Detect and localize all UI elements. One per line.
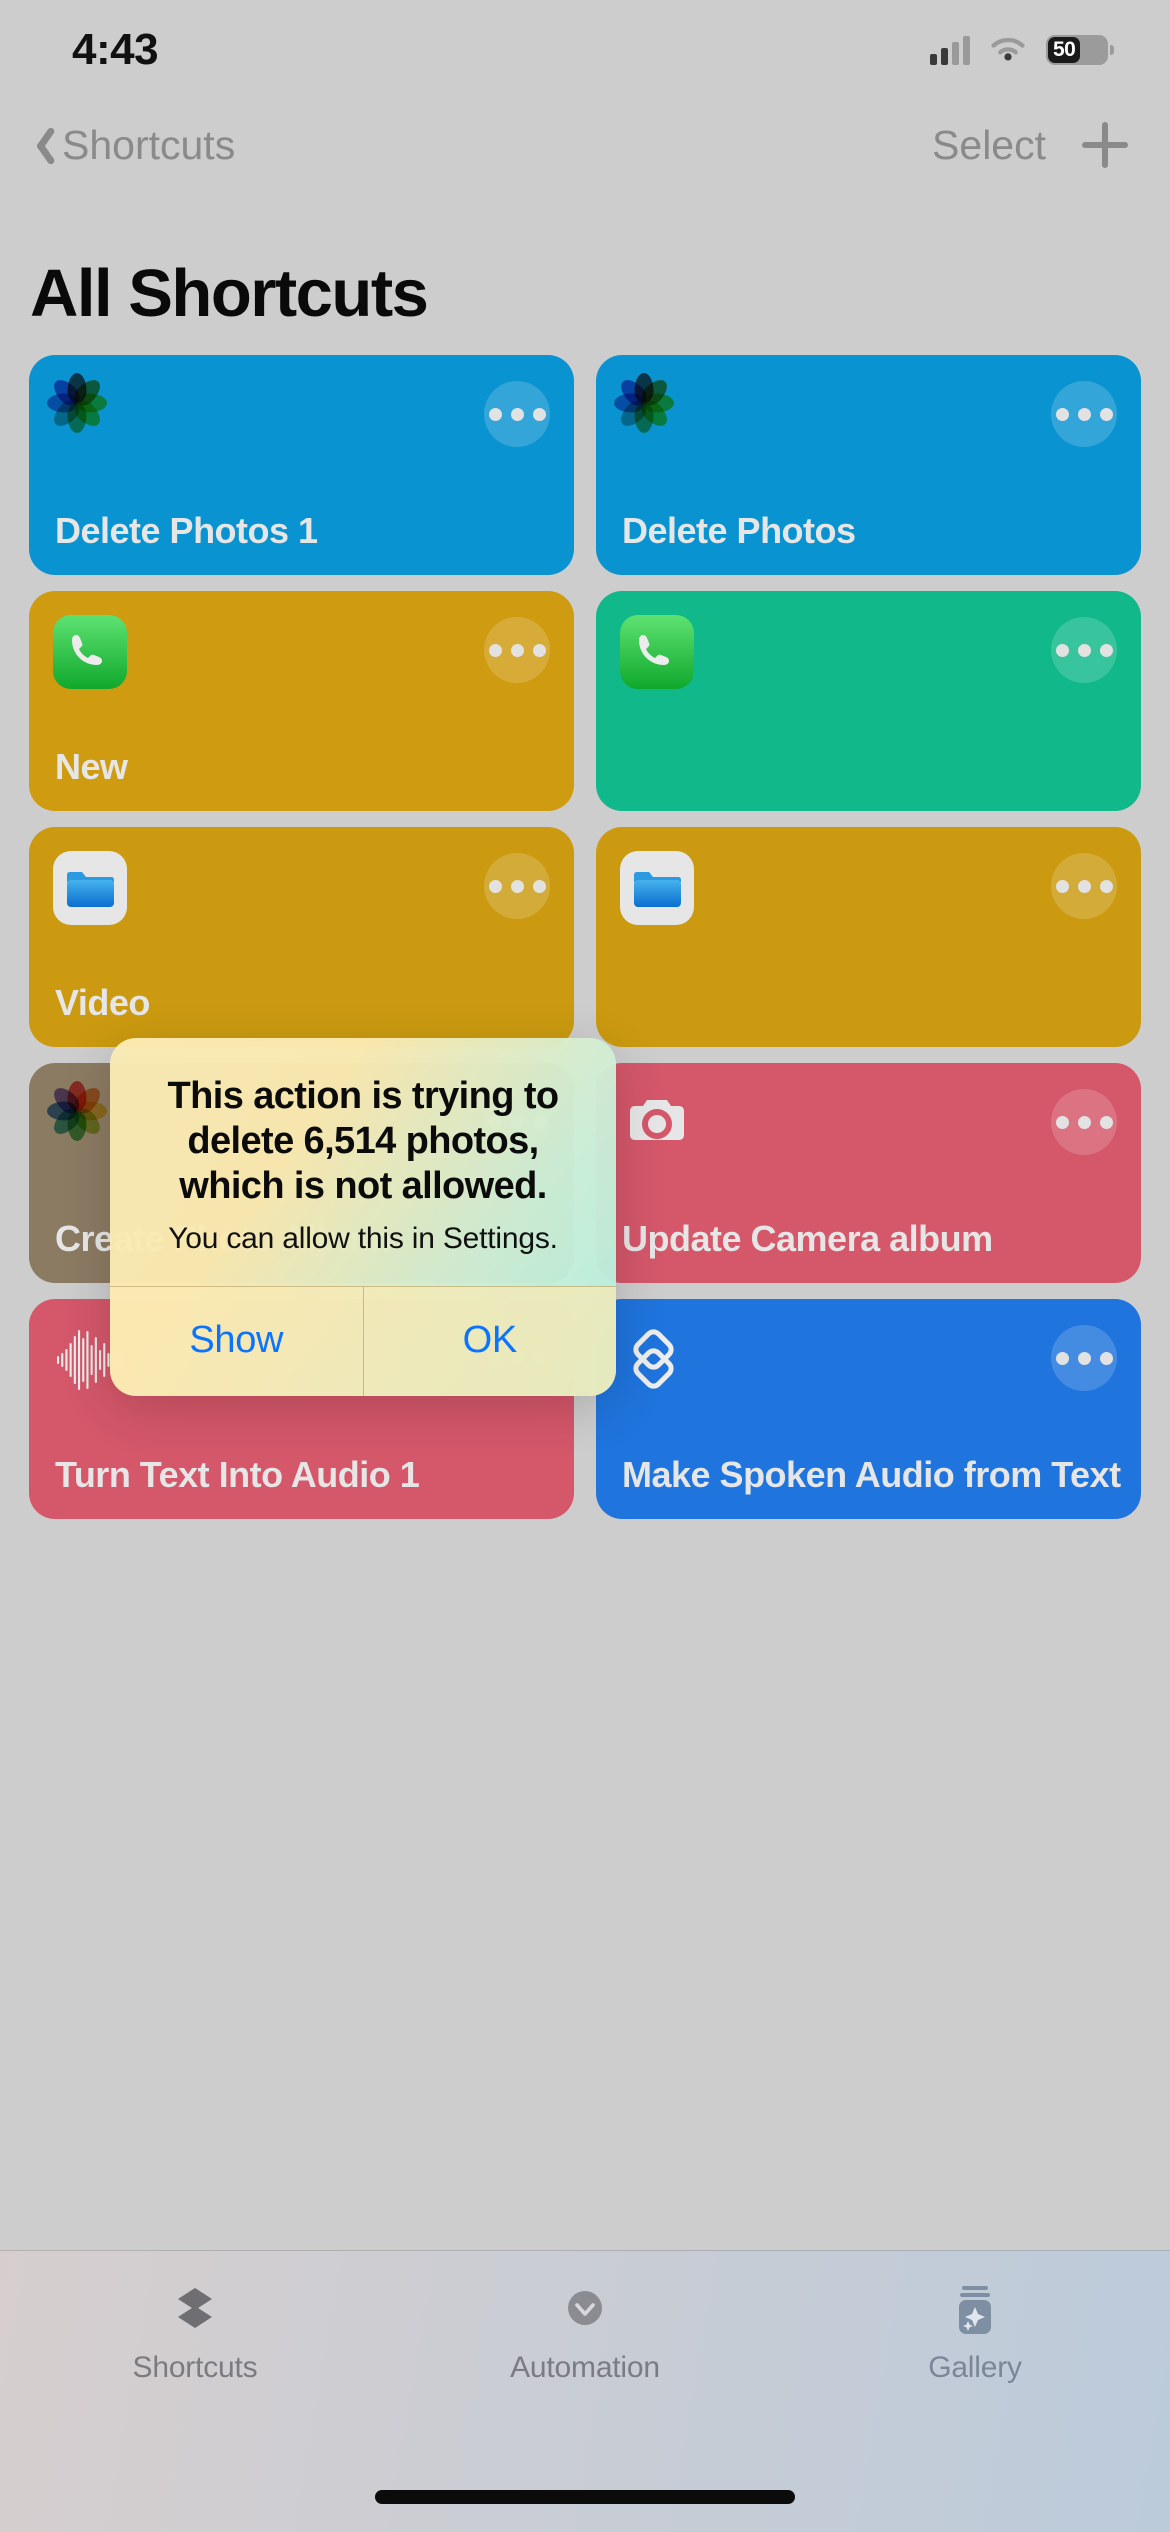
wifi-icon [991, 37, 1025, 61]
tab-automation[interactable]: Automation [390, 2251, 780, 2401]
alert-message: You can allow this in Settings. [168, 1222, 558, 1256]
folder-icon [53, 851, 127, 925]
back-button[interactable]: Shortcuts [26, 122, 235, 169]
status-time: 4:43 [72, 25, 159, 74]
phone-icon [53, 615, 127, 689]
alert-dialog: This action is trying to delete 6,514 ph… [110, 1038, 616, 1396]
battery-icon: 50 [1046, 35, 1114, 65]
camera-icon [620, 1087, 694, 1161]
shortcut-card[interactable]: Video [29, 827, 574, 1047]
cellular-signal-icon [930, 35, 970, 65]
chevron-left-icon [26, 123, 52, 167]
status-indicators: 50 [930, 35, 1114, 65]
page-title: All Shortcuts [30, 256, 429, 331]
navigation-bar: Shortcuts Select [0, 100, 1170, 190]
alert-ok-button[interactable]: OK [362, 1286, 617, 1396]
gallery-sparkle-icon [946, 2281, 1004, 2339]
shortcut-more-icon[interactable] [1051, 1325, 1117, 1391]
shortcut-more-icon[interactable] [1051, 381, 1117, 447]
alert-title: This action is trying to delete 6,514 ph… [167, 1075, 560, 1207]
alert-show-button[interactable]: Show [110, 1287, 363, 1396]
phone-icon [620, 615, 694, 689]
shortcut-card-label: Video [55, 981, 150, 1023]
shortcut-more-icon[interactable] [484, 617, 550, 683]
layers-icon [620, 1323, 694, 1397]
shortcut-card[interactable]: Delete Photos [596, 355, 1141, 575]
shortcut-more-icon[interactable] [1051, 853, 1117, 919]
automation-check-icon [556, 2281, 614, 2339]
tab-shortcuts-label: Shortcuts [132, 2351, 258, 2384]
home-indicator [375, 2490, 795, 2504]
plus-icon[interactable] [1082, 122, 1128, 168]
shortcut-more-icon[interactable] [484, 381, 550, 447]
shortcut-card-label: Delete Photos [622, 509, 856, 551]
shortcut-more-icon[interactable] [484, 853, 550, 919]
shortcut-card[interactable] [596, 591, 1141, 811]
alert-actions: Show OK [110, 1285, 617, 1396]
status-bar: 4:43 50 [0, 0, 1170, 100]
shortcut-card[interactable]: Delete Photos 1 [29, 355, 574, 575]
tab-bar: Shortcuts Automation Gallery [0, 2250, 1170, 2532]
shortcut-card[interactable]: Make Spoken Audio from Text [596, 1299, 1141, 1519]
shortcut-card-label: Make Spoken Audio from Text [622, 1453, 1121, 1495]
tab-gallery-label: Gallery [928, 2351, 1022, 2384]
tab-shortcuts[interactable]: Shortcuts [0, 2251, 390, 2401]
shortcut-more-icon[interactable] [1051, 1089, 1117, 1155]
tab-gallery[interactable]: Gallery [780, 2251, 1170, 2401]
layers-stack-icon [166, 2281, 224, 2339]
tab-automation-label: Automation [510, 2351, 660, 2384]
select-button[interactable]: Select [932, 122, 1046, 169]
shortcut-card-label: Turn Text Into Audio 1 [55, 1453, 420, 1495]
shortcut-card-label: Delete Photos 1 [55, 509, 318, 551]
shortcut-card-label: New [55, 745, 128, 787]
battery-level: 50 [1053, 38, 1076, 61]
shortcut-card[interactable] [596, 827, 1141, 1047]
shortcut-card[interactable]: New [29, 591, 574, 811]
shortcut-card[interactable]: Update Camera album [596, 1063, 1141, 1283]
back-button-label: Shortcuts [62, 121, 236, 168]
shortcut-card-label: Update Camera album [622, 1217, 993, 1259]
shortcut-more-icon[interactable] [1051, 617, 1117, 683]
folder-icon [620, 851, 694, 925]
